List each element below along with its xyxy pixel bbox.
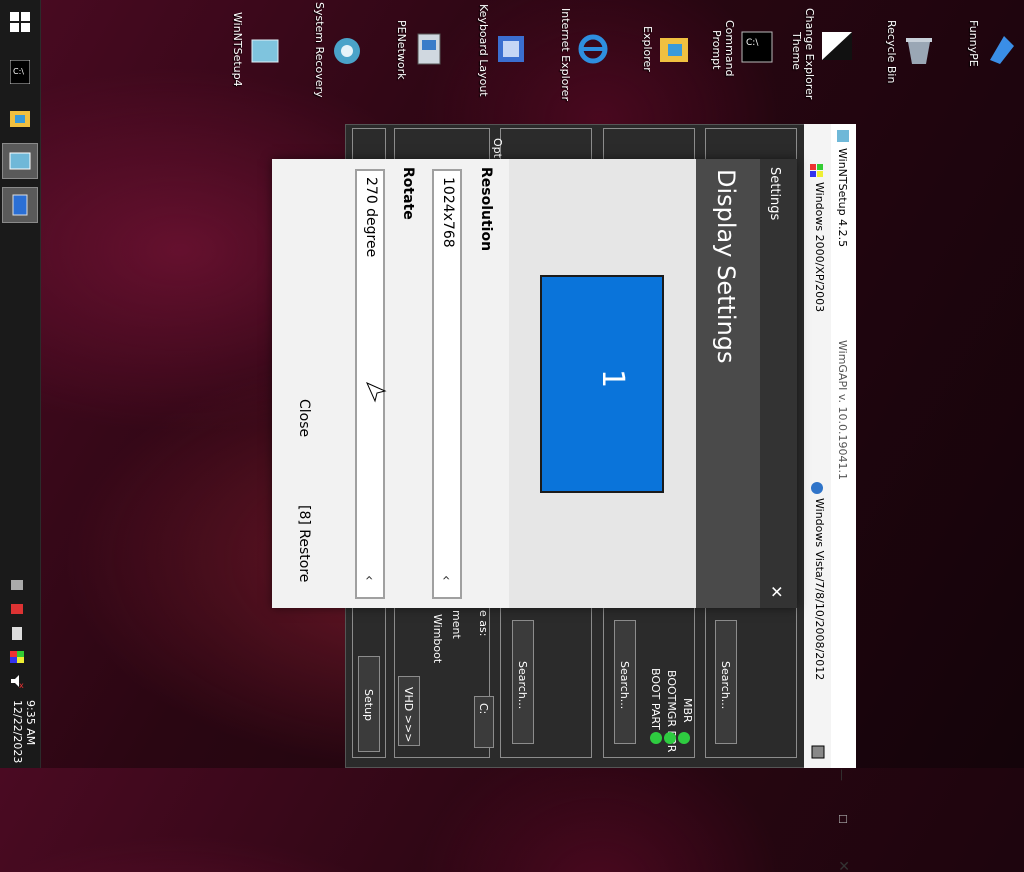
start-button[interactable] bbox=[2, 4, 38, 40]
desktop-label-system-recovery[interactable]: System Recovery bbox=[313, 2, 326, 98]
vista-orb-icon bbox=[811, 482, 823, 494]
desktop-label-internet-explorer[interactable]: Internet Explorer bbox=[559, 8, 572, 101]
clock-time: 9:35 AM bbox=[24, 700, 37, 746]
ie-icon[interactable] bbox=[576, 32, 610, 66]
cmd-icon[interactable]: C:\ bbox=[740, 30, 774, 64]
options-label: Opt bbox=[491, 138, 504, 158]
folder-icon bbox=[10, 111, 30, 127]
search-boot-button[interactable]: Search... bbox=[614, 620, 636, 744]
taskbar-explorer-button[interactable] bbox=[2, 100, 38, 136]
color-tray-icon[interactable] bbox=[9, 650, 25, 664]
desktop-label-command-prompt[interactable]: Command Prompt bbox=[710, 20, 736, 77]
volume-muted-tray-icon[interactable]: x bbox=[9, 674, 25, 688]
chevron-down-icon: ‹ bbox=[361, 575, 377, 581]
minimize-button[interactable]: — bbox=[835, 769, 849, 781]
taskbar-display-button[interactable] bbox=[2, 187, 38, 223]
search-source-button[interactable]: Search... bbox=[715, 620, 737, 744]
status-boot-part: BOOT PART bbox=[649, 668, 662, 730]
dialog-close-x-button[interactable]: ✕ bbox=[767, 585, 786, 598]
resolution-dropdown[interactable]: 1024x768 ‹ bbox=[432, 169, 462, 599]
keyboard-icon[interactable] bbox=[494, 32, 528, 66]
vhd-button[interactable]: VHD >>> bbox=[398, 676, 420, 746]
network-tray-icon[interactable] bbox=[9, 578, 25, 592]
display-icon bbox=[12, 194, 28, 216]
rotate-value: 270 degree bbox=[363, 177, 379, 258]
chevron-down-icon: ‹ bbox=[438, 575, 454, 581]
close-button[interactable]: Close bbox=[296, 399, 312, 437]
app-icon bbox=[837, 130, 849, 142]
desktop-label-funnype[interactable]: FunnyPE bbox=[967, 20, 980, 67]
wimgapi-version: WimGAPI v. 10.0.19041.1 bbox=[836, 340, 849, 480]
dialog-title: Display Settings bbox=[712, 169, 740, 364]
recycle-bin-icon[interactable] bbox=[902, 32, 936, 66]
theme-icon[interactable] bbox=[820, 30, 854, 64]
taskbar-winntsetup-button[interactable] bbox=[2, 143, 38, 179]
desktop-label-keyboard-layout[interactable]: Keyboard Layout bbox=[477, 4, 490, 97]
resolution-value: 1024x768 bbox=[440, 177, 456, 248]
desktop-label-winntsetup4[interactable]: WinNTSetup4 bbox=[231, 12, 244, 87]
display-settings-dialog: Settings Display Settings ✕ 1 Resolution… bbox=[272, 159, 797, 608]
resolution-label: Resolution bbox=[478, 167, 494, 252]
comment-label: ment bbox=[450, 610, 463, 639]
windows-logo-icon bbox=[10, 12, 30, 32]
svg-text:C:\: C:\ bbox=[13, 67, 24, 76]
monitor-number: 1 bbox=[595, 369, 630, 389]
folder-icon[interactable] bbox=[658, 32, 692, 66]
calculator-tray-icon[interactable] bbox=[9, 626, 25, 640]
header-windows-vista: Windows Vista/7/8/10/2008/2012 bbox=[813, 498, 826, 681]
monitor-1-tile[interactable]: 1 bbox=[540, 275, 664, 493]
funnype-icon[interactable] bbox=[984, 32, 1018, 66]
dialog-settings-strip bbox=[760, 159, 797, 608]
status-green-lights bbox=[650, 732, 690, 744]
search-install-button[interactable]: Search... bbox=[512, 620, 534, 744]
os-header-bar: Windows 2000/XP/2003 WimGAPI v. 10.0.190… bbox=[804, 124, 849, 768]
winxp-flag-icon bbox=[810, 164, 823, 177]
close-window-button[interactable]: ✕ bbox=[835, 860, 851, 872]
desktop-label-explorer[interactable]: Explorer bbox=[641, 26, 654, 72]
winntsetup-icon bbox=[9, 152, 31, 170]
drive-letter-select[interactable]: C: bbox=[474, 696, 494, 748]
winntsetup-icon[interactable] bbox=[248, 34, 282, 68]
settings-gear-icon[interactable] bbox=[810, 744, 826, 760]
clock-date: 12/22/2023 bbox=[11, 700, 24, 764]
clock[interactable]: 9:35 AM 12/22/2023 bbox=[11, 700, 37, 763]
header-windows-xp: Windows 2000/XP/2003 bbox=[813, 182, 826, 313]
svg-text:x: x bbox=[19, 681, 24, 688]
cmd-icon: C:\ bbox=[10, 60, 30, 84]
network-icon[interactable] bbox=[412, 32, 446, 66]
mount-label: e as: bbox=[477, 610, 490, 637]
taskbar: C:\ x 9:35 AM 12/22/2023 bbox=[0, 0, 41, 768]
desktop-label-penetwork[interactable]: PENetwork bbox=[395, 20, 408, 80]
desktop-label-recycle-bin[interactable]: Recycle Bin bbox=[885, 20, 898, 83]
taskbar-cmd-button[interactable]: C:\ bbox=[2, 54, 38, 90]
recovery-icon[interactable] bbox=[330, 34, 364, 68]
mouse-cursor-icon bbox=[366, 382, 387, 403]
wimboot-checkbox[interactable]: Wimboot bbox=[431, 614, 444, 663]
keyboard-tray-icon[interactable] bbox=[9, 602, 25, 616]
svg-text:C:\: C:\ bbox=[746, 38, 759, 48]
status-mbr: MBR bbox=[681, 698, 694, 723]
rotate-label: Rotate bbox=[400, 167, 416, 220]
window-title: WinNTSetup 4.2.5 bbox=[836, 148, 849, 248]
maximize-button[interactable]: ☐ bbox=[836, 814, 849, 824]
dialog-settings-label: Settings bbox=[767, 167, 782, 221]
setup-button[interactable]: Setup bbox=[358, 656, 380, 752]
restore-button[interactable]: [8] Restore bbox=[296, 505, 312, 582]
